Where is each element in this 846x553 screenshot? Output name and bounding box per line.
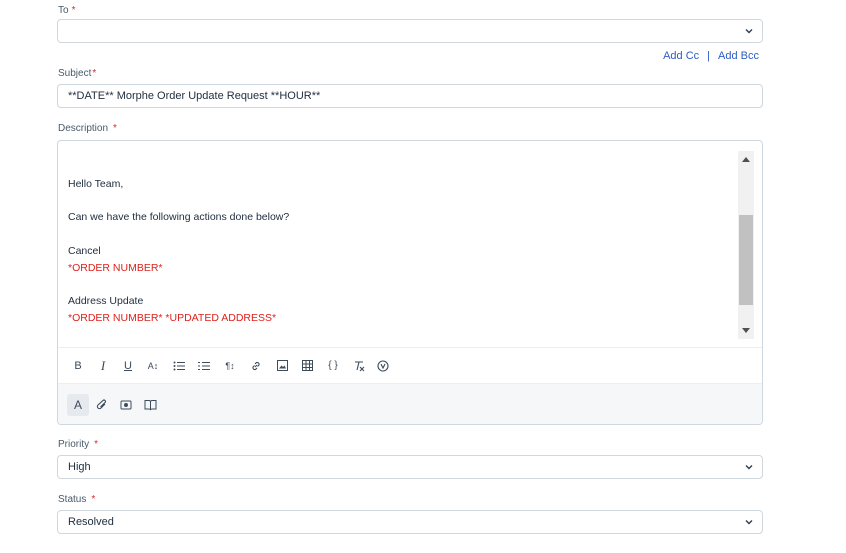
required-mark: * bbox=[113, 123, 117, 134]
required-mark: * bbox=[92, 68, 97, 79]
description-editor[interactable]: Hello Team, Can we have the following ac… bbox=[57, 140, 763, 425]
to-label: To * bbox=[58, 5, 76, 16]
add-bcc-link[interactable]: Add Bcc bbox=[718, 50, 759, 62]
description-label: Description * bbox=[58, 123, 117, 134]
to-field[interactable] bbox=[57, 19, 763, 43]
add-cc-link[interactable]: Add Cc bbox=[663, 50, 699, 62]
underline-button[interactable]: U bbox=[122, 358, 134, 374]
scroll-thumb[interactable] bbox=[739, 215, 753, 305]
subject-input[interactable]: **DATE** Morphe Order Update Request **H… bbox=[57, 84, 763, 108]
canned-response-icon[interactable] bbox=[376, 358, 390, 374]
description-line: *ORDER NUMBER* bbox=[68, 262, 163, 274]
link-separator: | bbox=[707, 50, 711, 62]
required-mark: * bbox=[94, 439, 99, 450]
paperclip-icon[interactable] bbox=[91, 394, 113, 416]
link-icon[interactable] bbox=[249, 358, 263, 374]
formatting-toolbar: B I U A↕ ¶↕ { } bbox=[58, 347, 762, 383]
clear-format-icon[interactable] bbox=[352, 358, 366, 374]
description-line: Address Update bbox=[68, 295, 144, 307]
italic-button[interactable]: I bbox=[97, 358, 109, 374]
chevron-down-icon bbox=[745, 520, 753, 525]
scroll-up-arrow-icon[interactable] bbox=[742, 157, 750, 162]
priority-label: Priority * bbox=[58, 439, 99, 450]
numbered-list-icon[interactable] bbox=[197, 358, 211, 374]
description-line: Cancel bbox=[68, 245, 101, 257]
chevron-down-icon bbox=[745, 29, 753, 34]
image-icon[interactable] bbox=[275, 358, 289, 374]
priority-select[interactable]: High bbox=[57, 455, 763, 479]
editor-content[interactable]: Hello Team, Can we have the following ac… bbox=[58, 141, 748, 347]
required-mark: * bbox=[91, 494, 96, 505]
subject-label: Subject* bbox=[58, 68, 97, 79]
subject-value: **DATE** Morphe Order Update Request **H… bbox=[68, 90, 321, 102]
bold-button[interactable]: B bbox=[72, 358, 84, 374]
font-size-button[interactable]: A↕ bbox=[146, 358, 160, 374]
paragraph-format-button[interactable]: ¶↕ bbox=[222, 358, 238, 374]
code-button[interactable]: { } bbox=[325, 358, 341, 374]
cc-bcc-links: Add Cc | Add Bcc bbox=[663, 50, 759, 62]
book-icon[interactable] bbox=[139, 394, 161, 416]
attachment-bar: A bbox=[58, 383, 762, 424]
screenshot-icon[interactable] bbox=[115, 394, 137, 416]
status-value: Resolved bbox=[68, 516, 114, 528]
required-mark: * bbox=[71, 5, 76, 16]
text-format-button[interactable]: A bbox=[67, 394, 89, 416]
chevron-down-icon bbox=[745, 465, 753, 470]
bullet-list-icon[interactable] bbox=[172, 358, 186, 374]
priority-value: High bbox=[68, 461, 91, 473]
status-select[interactable]: Resolved bbox=[57, 510, 763, 534]
description-line: Hello Team, bbox=[68, 178, 124, 190]
editor-scrollbar[interactable] bbox=[738, 151, 754, 339]
status-label: Status * bbox=[58, 494, 96, 505]
scroll-down-arrow-icon[interactable] bbox=[742, 328, 750, 333]
description-line: *ORDER NUMBER* *UPDATED ADDRESS* bbox=[68, 312, 277, 324]
description-line: Can we have the following actions done b… bbox=[68, 211, 290, 223]
table-icon[interactable] bbox=[300, 358, 314, 374]
